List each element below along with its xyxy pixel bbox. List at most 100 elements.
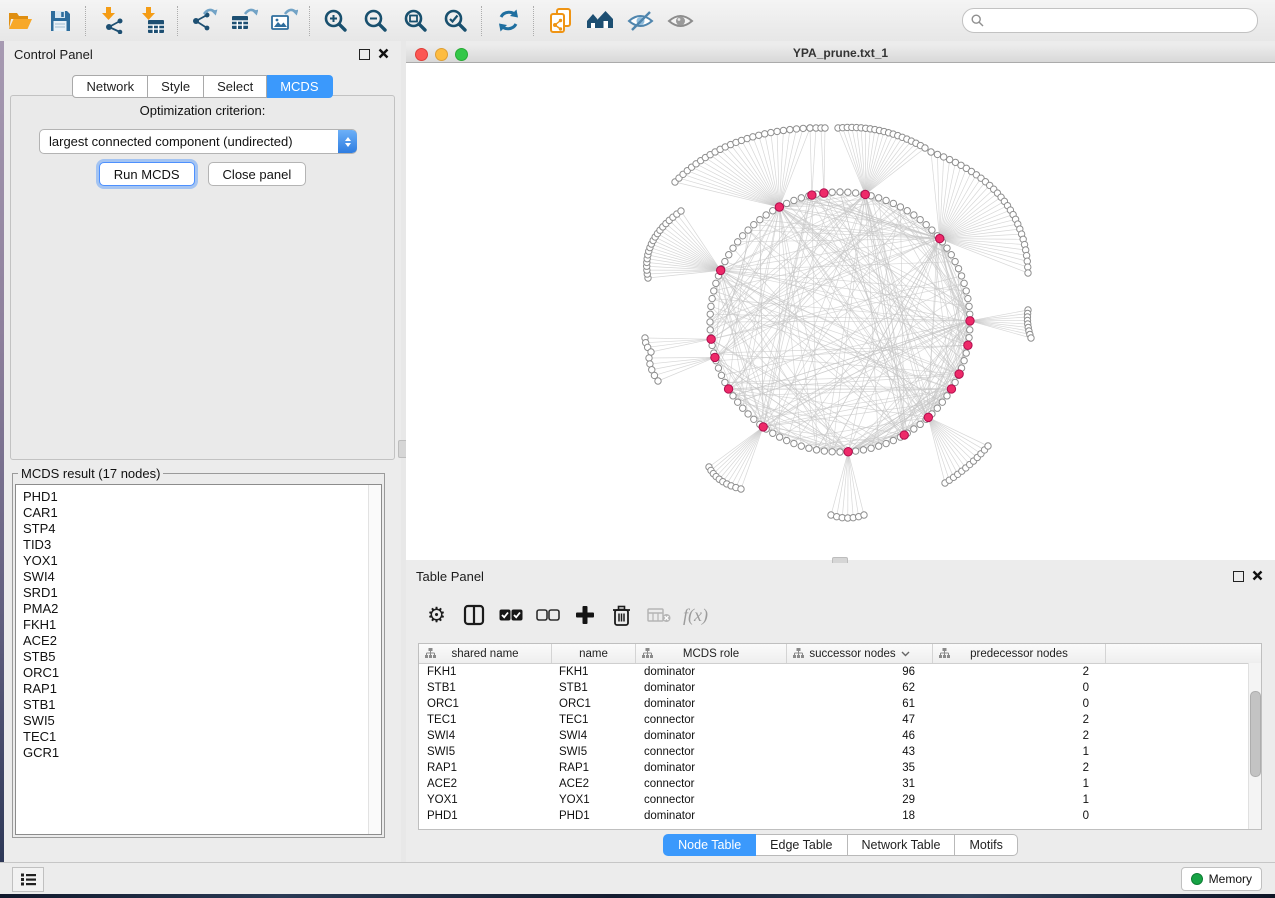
network-node[interactable]: [780, 127, 786, 133]
zoom-out-icon[interactable]: [356, 2, 396, 40]
network-node[interactable]: [757, 216, 763, 222]
table-row[interactable]: SWI4SWI4dominator462: [419, 728, 1261, 744]
column-header-MCDS-role[interactable]: MCDS role: [636, 644, 787, 663]
table-row[interactable]: TEC1TEC1connector472: [419, 712, 1261, 728]
network-node[interactable]: [928, 149, 934, 155]
network-node[interactable]: [966, 303, 972, 309]
export-image-icon[interactable]: [264, 2, 304, 40]
table-row[interactable]: FKH1FKH1dominator962: [419, 664, 1261, 680]
network-node[interactable]: [711, 288, 717, 294]
save-icon[interactable]: [40, 2, 80, 40]
float-panel-icon[interactable]: [359, 49, 370, 60]
tab-node-table[interactable]: Node Table: [663, 834, 756, 856]
table-row[interactable]: YOX1YOX1connector291: [419, 792, 1261, 808]
mcds-hub-node[interactable]: [900, 431, 908, 439]
network-node[interactable]: [948, 252, 954, 258]
mcds-hub-node[interactable]: [844, 448, 852, 456]
mcds-result-item[interactable]: ACE2: [16, 633, 368, 649]
tab-network-table[interactable]: Network Table: [848, 834, 956, 856]
hide-graphics-details-icon[interactable]: [620, 2, 660, 40]
network-node[interactable]: [923, 221, 929, 227]
mcds-hub-node[interactable]: [936, 234, 944, 242]
mcds-hub-node[interactable]: [716, 266, 724, 274]
tab-motifs[interactable]: Motifs: [955, 834, 1017, 856]
network-node[interactable]: [911, 426, 917, 432]
mcds-result-item[interactable]: SRD1: [16, 585, 368, 601]
network-node[interactable]: [852, 190, 858, 196]
network-node[interactable]: [787, 126, 793, 132]
table-row[interactable]: SWI5SWI5connector431: [419, 744, 1261, 760]
tab-network[interactable]: Network: [72, 75, 148, 98]
network-node[interactable]: [934, 405, 940, 411]
network-node[interactable]: [751, 416, 757, 422]
mcds-result-item[interactable]: PHD1: [16, 489, 368, 505]
network-node[interactable]: [798, 443, 804, 449]
network-window-titlebar[interactable]: YPA_prune.txt_1: [406, 45, 1275, 63]
network-node[interactable]: [985, 443, 991, 449]
network-node[interactable]: [967, 327, 973, 333]
delete-table-icon[interactable]: [640, 595, 677, 635]
network-node[interactable]: [822, 125, 828, 131]
mcds-hub-node[interactable]: [861, 190, 869, 198]
network-node[interactable]: [917, 421, 923, 427]
tab-mcds[interactable]: MCDS: [267, 75, 332, 98]
network-node[interactable]: [860, 447, 866, 453]
network-node[interactable]: [965, 295, 971, 301]
mcds-hub-node[interactable]: [724, 385, 732, 393]
network-node[interactable]: [934, 151, 940, 157]
mcds-hub-node[interactable]: [759, 423, 767, 431]
network-node[interactable]: [963, 350, 969, 356]
mcds-hub-node[interactable]: [955, 370, 963, 378]
tab-edge-table[interactable]: Edge Table: [756, 834, 847, 856]
mcds-hub-node[interactable]: [947, 385, 955, 393]
network-node[interactable]: [734, 239, 740, 245]
mcds-result-item[interactable]: ORC1: [16, 665, 368, 681]
network-node[interactable]: [944, 245, 950, 251]
network-node[interactable]: [1025, 264, 1031, 270]
network-node[interactable]: [861, 512, 867, 518]
network-node[interactable]: [929, 227, 935, 233]
network-node[interactable]: [966, 334, 972, 340]
mcds-hub-node[interactable]: [924, 413, 932, 421]
column-header-shared-name[interactable]: shared name: [419, 644, 552, 663]
network-node[interactable]: [648, 349, 654, 355]
mcds-result-item[interactable]: RAP1: [16, 681, 368, 697]
float-panel-icon[interactable]: [1233, 571, 1244, 582]
network-node[interactable]: [793, 126, 799, 132]
network-node[interactable]: [829, 449, 835, 455]
search-box[interactable]: [962, 8, 1258, 33]
network-node[interactable]: [770, 430, 776, 436]
close-panel-icon[interactable]: [1252, 570, 1263, 581]
network-node[interactable]: [726, 252, 732, 258]
network-node[interactable]: [774, 128, 780, 134]
mcds-result-item[interactable]: FKH1: [16, 617, 368, 633]
tab-style[interactable]: Style: [148, 75, 204, 98]
delete-row-icon[interactable]: [603, 595, 640, 635]
network-node[interactable]: [944, 393, 950, 399]
network-node[interactable]: [783, 200, 789, 206]
network-node[interactable]: [837, 449, 843, 455]
task-history-button[interactable]: [12, 867, 44, 892]
mcds-list-scrollbar[interactable]: [368, 485, 381, 834]
network-node[interactable]: [709, 295, 715, 301]
network-node[interactable]: [922, 145, 928, 151]
zoom-in-icon[interactable]: [316, 2, 356, 40]
network-node[interactable]: [768, 129, 774, 135]
network-node[interactable]: [829, 189, 835, 195]
network-node[interactable]: [646, 355, 652, 361]
network-node[interactable]: [868, 445, 874, 451]
network-from-file-icon[interactable]: [540, 2, 580, 40]
table-row[interactable]: ACE2ACE2connector311: [419, 776, 1261, 792]
mcds-result-item[interactable]: STP4: [16, 521, 368, 537]
tab-select[interactable]: Select: [204, 75, 267, 98]
table-row[interactable]: STB1STB1dominator620: [419, 680, 1261, 696]
network-node[interactable]: [707, 327, 713, 333]
mcds-result-item[interactable]: SWI5: [16, 713, 368, 729]
network-node[interactable]: [961, 280, 967, 286]
network-node[interactable]: [678, 208, 684, 214]
network-node[interactable]: [722, 258, 728, 264]
mcds-hub-node[interactable]: [820, 189, 828, 197]
network-node[interactable]: [730, 245, 736, 251]
show-graphics-details-icon[interactable]: [660, 2, 700, 40]
run-mcds-button[interactable]: Run MCDS: [99, 162, 195, 186]
